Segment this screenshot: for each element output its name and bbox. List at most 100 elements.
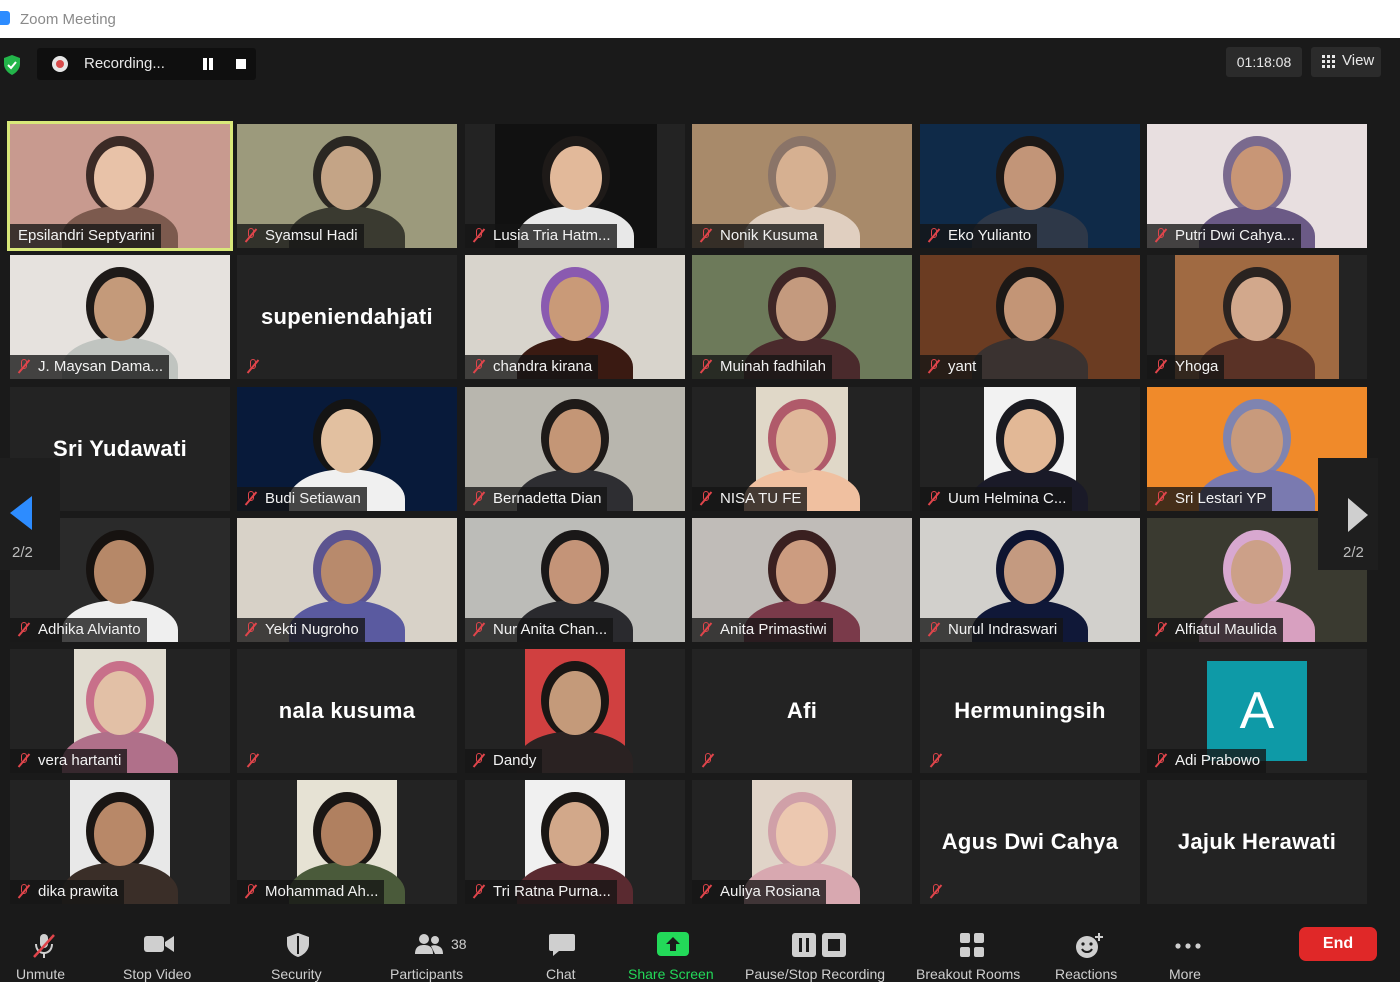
chat-button[interactable]: Chat [540, 914, 586, 982]
next-page-button[interactable]: 2/2 [1318, 458, 1378, 570]
participant-name: Adhika Alvianto [38, 621, 141, 638]
participant-name: Putri Dwi Cahya... [1175, 227, 1296, 244]
participant-name: Yhoga [1175, 358, 1219, 375]
participant-tile[interactable]: Muinah fadhilah [692, 255, 912, 379]
mic-muted-icon [1155, 753, 1167, 767]
participant-tile[interactable]: Afi [692, 649, 912, 773]
mic-muted-icon [245, 622, 257, 636]
mic-muted-icon [700, 359, 712, 373]
mic-muted-icon [1155, 359, 1167, 373]
participant-tile[interactable]: dika prawita [10, 780, 230, 904]
participant-name-tag: Anita Primastiwi [692, 618, 833, 642]
participant-name: NISA TU FE [720, 490, 802, 507]
share-screen-button[interactable]: Share Screen [626, 914, 722, 982]
participant-name: chandra kirana [493, 358, 593, 375]
mic-muted-icon [18, 753, 30, 767]
participant-name: Dandy [493, 752, 537, 769]
reactions-button[interactable]: Reactions [1052, 914, 1126, 982]
participant-name: Budi Setiawan [265, 490, 361, 507]
participant-tile[interactable]: Tri Ratna Purna... [465, 780, 685, 904]
more-button[interactable]: More [1164, 914, 1212, 982]
participant-display-name: Afi [786, 698, 818, 723]
participant-tile[interactable]: nala kusuma [237, 649, 457, 773]
mic-muted-icon [928, 228, 940, 242]
participant-tile[interactable]: Hermuningsih [920, 649, 1140, 773]
mic-muted-icon [247, 359, 259, 373]
participant-name-tag: Putri Dwi Cahya... [1147, 224, 1302, 248]
participant-display-name: nala kusuma [278, 698, 416, 723]
arrow-right-icon [1348, 498, 1368, 532]
participants-button[interactable]: 38 Participants [388, 914, 488, 982]
participant-tile[interactable]: vera hartanti [10, 649, 230, 773]
participant-name-tag: NISA TU FE [692, 487, 808, 511]
gallery-grid: Epsilandri Septyarini Syamsul Hadi Lusia T… [0, 0, 1400, 978]
mic-muted-icon [930, 753, 942, 767]
mic-muted-icon [473, 359, 485, 373]
participant-name: dika prawita [38, 883, 119, 900]
unmute-label: Unmute [16, 966, 66, 982]
participant-tile[interactable]: J. Maysan Dama... [10, 255, 230, 379]
mic-muted-icon [928, 491, 940, 505]
participant-tile[interactable]: Syamsul Hadi [237, 124, 457, 248]
participant-name: Tri Ratna Purna... [493, 883, 611, 900]
participant-name: Alfiatul Maulida [1175, 621, 1277, 638]
participant-tile[interactable]: Anita Primastiwi [692, 518, 912, 642]
mic-muted-icon [18, 359, 30, 373]
participant-name: Mohammad Ah... [265, 883, 379, 900]
participant-name-tag: Lusia Tria Hatm... [465, 224, 617, 248]
participant-tile[interactable]: Jajuk Herawati [1147, 780, 1367, 904]
participant-name-tag: Adi Prabowo [1147, 749, 1267, 773]
unmute-button[interactable]: Unmute [14, 914, 74, 982]
participant-tile[interactable]: Epsilandri Septyarini [7, 121, 233, 251]
participant-tile[interactable]: Nurul Indraswari [920, 518, 1140, 642]
security-label: Security [271, 966, 322, 982]
mic-muted-icon [928, 359, 940, 373]
participant-tile[interactable]: Uum Helmina C... [920, 387, 1140, 511]
participant-name-tag: yant [920, 355, 983, 379]
end-meeting-button[interactable]: End [1299, 927, 1377, 961]
pause-stop-recording-button[interactable]: Pause/Stop Recording [742, 914, 902, 982]
participant-tile[interactable]: Bernadetta Dian [465, 387, 685, 511]
participant-tile[interactable]: Mohammad Ah... [237, 780, 457, 904]
mic-muted-icon [1155, 228, 1167, 242]
stop-video-button[interactable]: Stop Video [121, 914, 201, 982]
security-shield-icon [287, 933, 309, 957]
mic-muted-icon [700, 622, 712, 636]
participant-tile[interactable]: Yekti Nugroho [237, 518, 457, 642]
emoji-reaction-icon [1076, 933, 1103, 958]
participant-name-tag: Nonik Kusuma [692, 224, 824, 248]
participant-tile[interactable]: Dandy [465, 649, 685, 773]
participant-tile[interactable]: Eko Yulianto [920, 124, 1140, 248]
participant-tile[interactable]: Yhoga [1147, 255, 1367, 379]
mic-muted-icon [473, 228, 485, 242]
participant-tile[interactable]: Agus Dwi Cahya [920, 780, 1140, 904]
participant-tile[interactable]: Lusia Tria Hatm... [465, 124, 685, 248]
participant-tile[interactable]: yant [920, 255, 1140, 379]
participant-tile[interactable]: Budi Setiawan [237, 387, 457, 511]
participant-tile[interactable]: chandra kirana [465, 255, 685, 379]
security-button[interactable]: Security [268, 914, 332, 982]
participant-name-tag: Adhika Alvianto [10, 618, 147, 642]
participant-name: yant [948, 358, 977, 375]
participant-tile[interactable]: NISA TU FE [692, 387, 912, 511]
mic-muted-icon [245, 491, 257, 505]
participant-tile[interactable]: Nonik Kusuma [692, 124, 912, 248]
participant-name-tag: Uum Helmina C... [920, 487, 1073, 511]
participant-tile[interactable]: A Adi Prabowo [1147, 649, 1367, 773]
breakout-rooms-button[interactable]: Breakout Rooms [914, 914, 1034, 982]
participant-name: J. Maysan Dama... [38, 358, 164, 375]
participants-icon [415, 934, 443, 954]
previous-page-button[interactable]: 2/2 [0, 458, 60, 570]
participant-tile[interactable]: Nur Anita Chan... [465, 518, 685, 642]
participant-tile[interactable]: Auliya Rosiana [692, 780, 912, 904]
participant-name: Uum Helmina C... [948, 490, 1067, 507]
participant-tile[interactable]: supeniendahjati [237, 255, 457, 379]
mic-muted-icon [245, 228, 257, 242]
participant-tile[interactable]: Putri Dwi Cahya... [1147, 124, 1367, 248]
participant-name: Nonik Kusuma [720, 227, 818, 244]
chat-label: Chat [546, 966, 576, 982]
more-label: More [1169, 966, 1201, 982]
participant-name: vera hartanti [38, 752, 122, 769]
page-indicator-left: 2/2 [12, 544, 33, 561]
chat-bubble-icon [549, 934, 575, 956]
